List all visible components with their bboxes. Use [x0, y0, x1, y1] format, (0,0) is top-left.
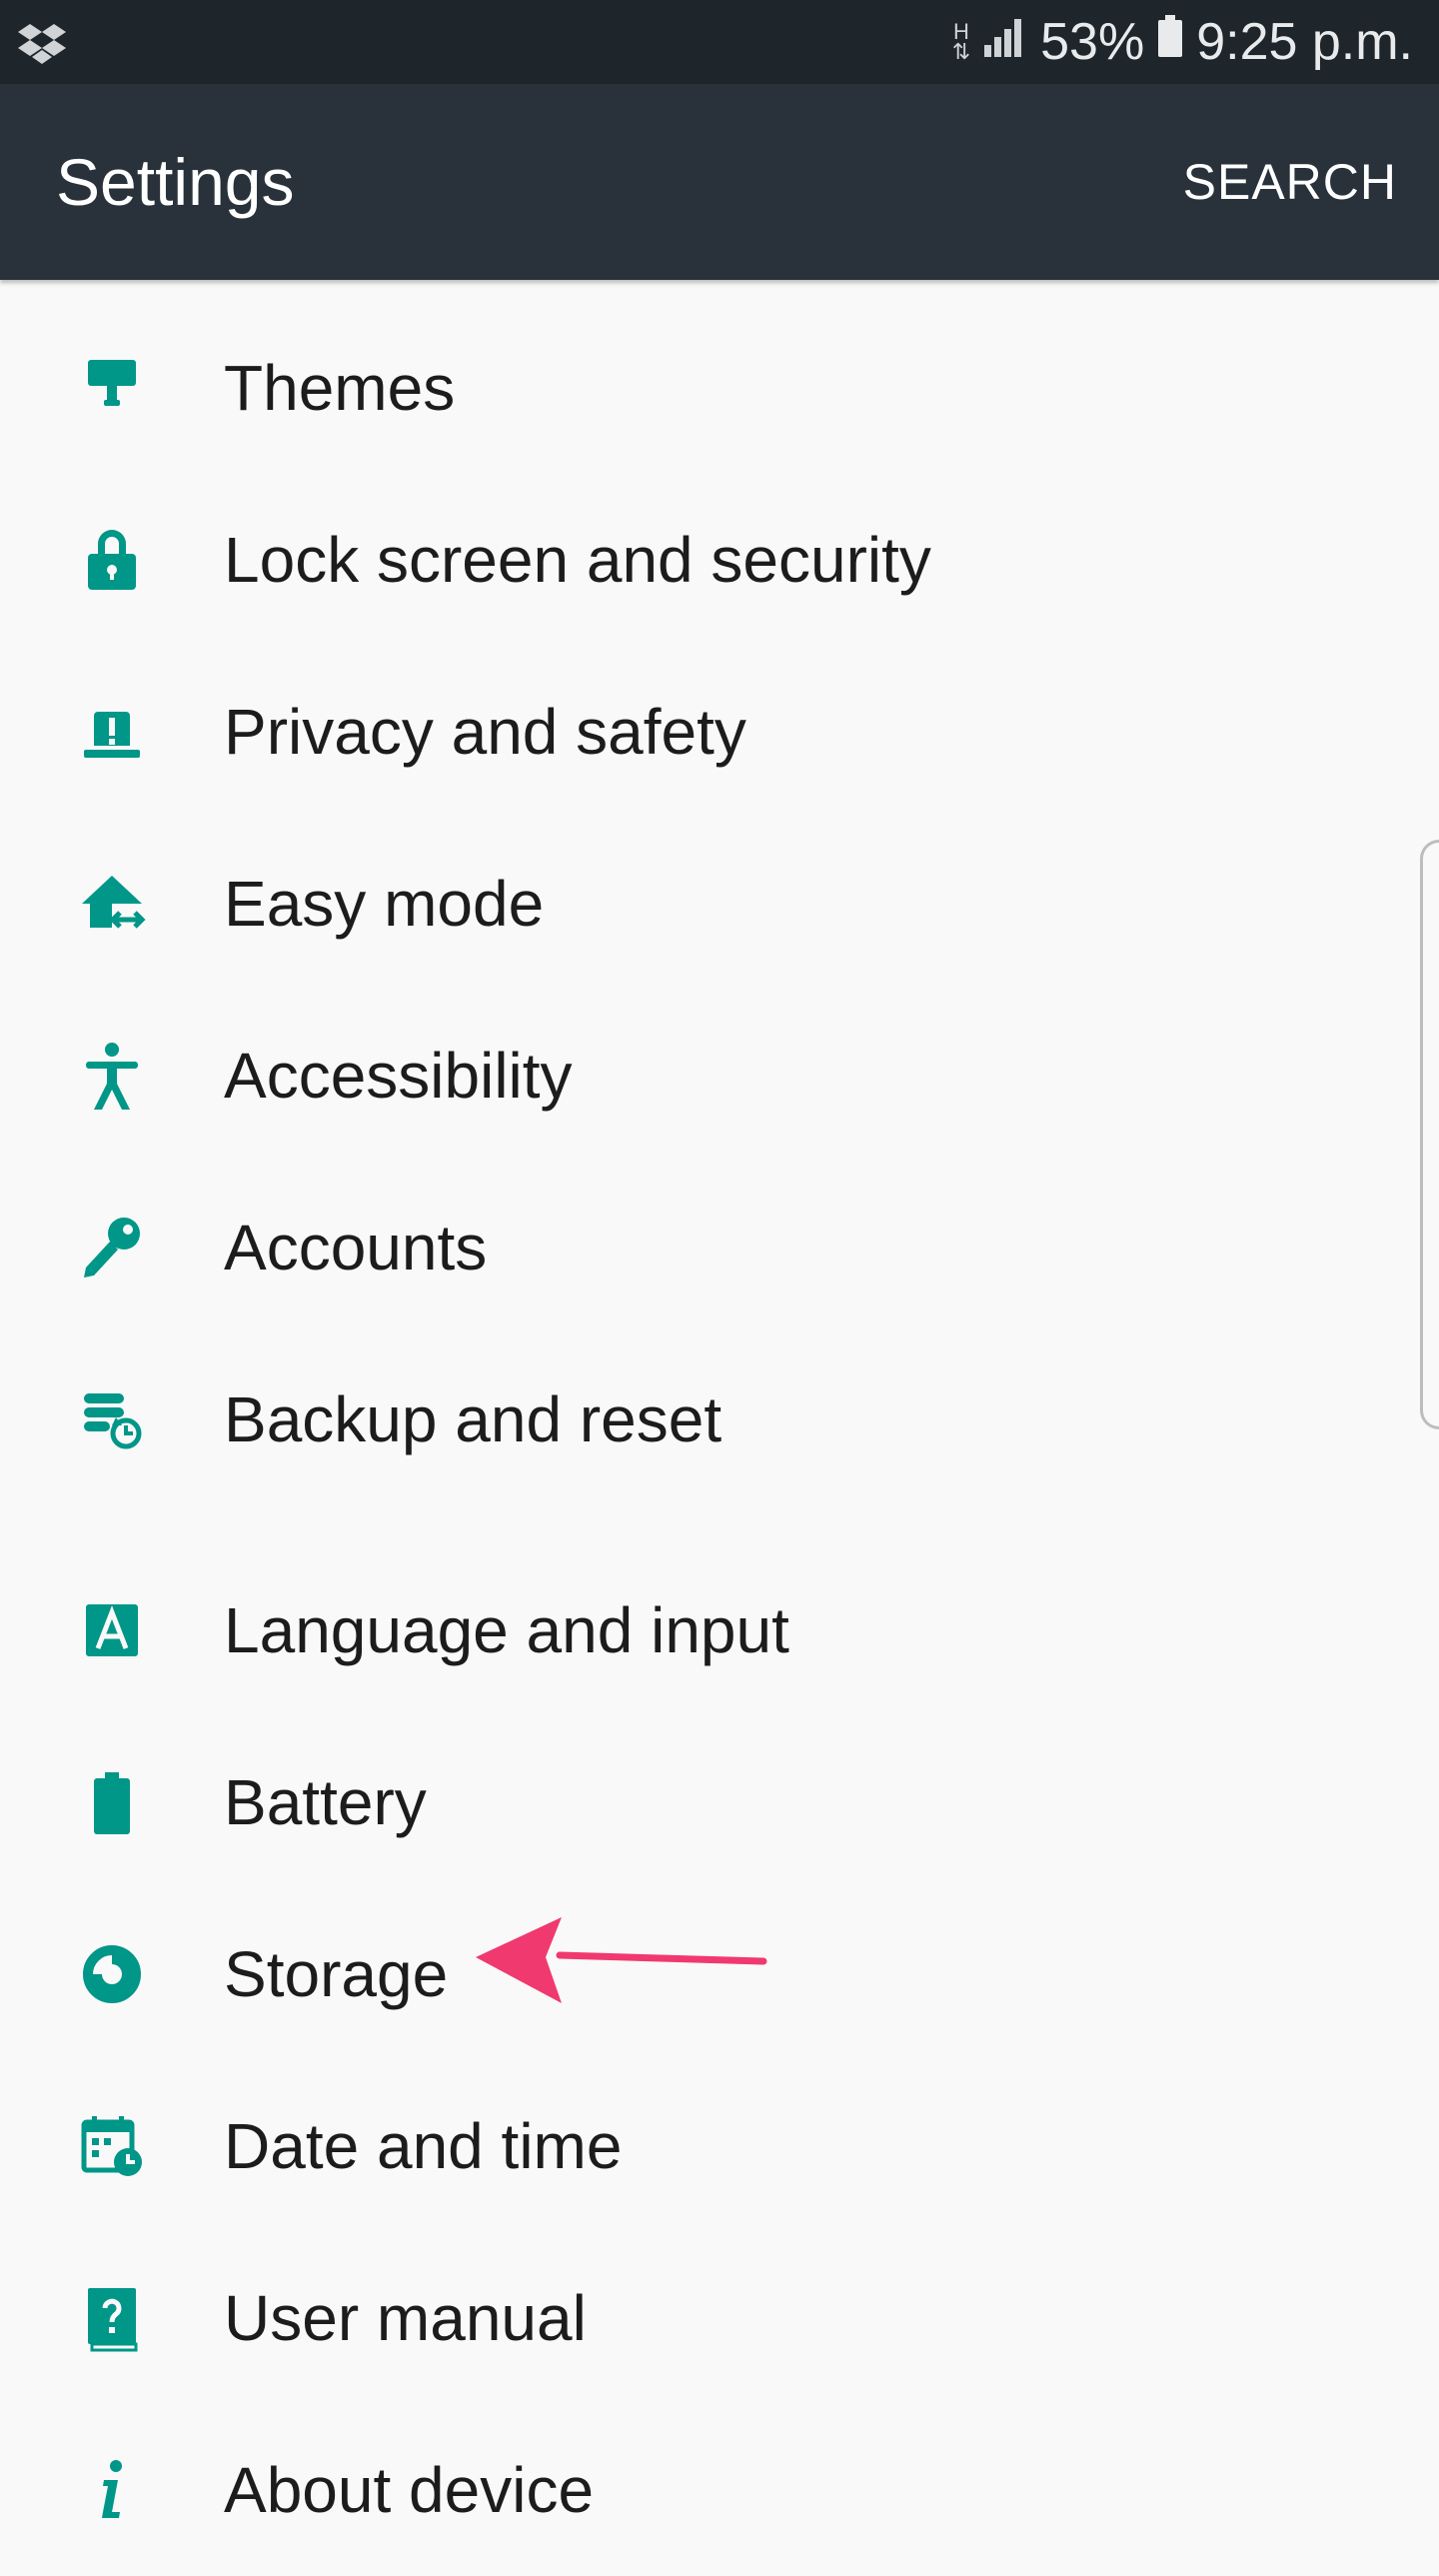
battery-icon	[1156, 12, 1184, 72]
settings-item-label: Language and input	[224, 1594, 789, 1666]
accessibility-person-icon	[72, 1036, 152, 1116]
key-icon	[72, 1208, 152, 1288]
paint-roller-icon	[72, 348, 152, 428]
battery-icon	[72, 1762, 152, 1842]
settings-item-label: Backup and reset	[224, 1383, 722, 1455]
settings-item-label: Accounts	[224, 1212, 488, 1284]
status-indicators: H ⇅ 53% 9:25 p.m.	[952, 0, 1413, 84]
annotation-arrow-icon	[476, 1917, 767, 2003]
lock-icon	[72, 520, 152, 600]
settings-item-label: Themes	[224, 352, 456, 424]
clock: 9:25 p.m.	[1196, 13, 1413, 71]
settings-item-label: Battery	[224, 1766, 427, 1838]
settings-item-privacy[interactable]: Privacy and safety	[0, 646, 1399, 818]
settings-item-date-time[interactable]: Date and time	[0, 2060, 1399, 2232]
storage-pie-icon	[72, 1934, 152, 2014]
data-arrows-icon: H ⇅	[951, 19, 971, 64]
settings-item-label: Privacy and safety	[224, 696, 746, 768]
settings-item-label: Lock screen and security	[224, 524, 931, 596]
battery-percent: 53%	[1040, 13, 1145, 71]
help-book-icon	[72, 2278, 152, 2358]
edge-panel-handle[interactable]	[1420, 840, 1439, 1429]
language-a-icon	[72, 1590, 152, 1670]
settings-item-user-manual[interactable]: User manual	[0, 2232, 1399, 2404]
settings-item-accounts[interactable]: Accounts	[0, 1162, 1399, 1333]
search-button[interactable]: SEARCH	[1183, 84, 1397, 280]
settings-item-language[interactable]: Language and input	[0, 1544, 1399, 1716]
settings-item-easy-mode[interactable]: Easy mode	[0, 818, 1399, 990]
settings-item-label: Date and time	[224, 2110, 623, 2182]
dropbox-icon	[18, 18, 66, 66]
settings-item-label: Easy mode	[224, 868, 545, 940]
settings-item-battery[interactable]: Battery	[0, 1716, 1399, 1888]
status-bar: H ⇅ 53% 9:25 p.m.	[0, 0, 1439, 84]
signal-icon	[982, 12, 1028, 72]
settings-item-label: Storage	[224, 1938, 449, 2010]
settings-item-backup[interactable]: Backup and reset	[0, 1333, 1399, 1505]
settings-item-about-device[interactable]: About device	[0, 2404, 1399, 2576]
page-title: Settings	[56, 145, 295, 219]
alert-siren-icon	[72, 692, 152, 772]
settings-item-themes[interactable]: Themes	[0, 302, 1399, 474]
easy-mode-house-icon	[72, 864, 152, 944]
backup-database-icon	[72, 1379, 152, 1459]
settings-item-label: About device	[224, 2454, 595, 2526]
settings-item-lock-screen[interactable]: Lock screen and security	[0, 474, 1399, 646]
settings-item-label: User manual	[224, 2282, 587, 2354]
settings-item-accessibility[interactable]: Accessibility	[0, 990, 1399, 1162]
info-icon	[72, 2450, 152, 2530]
settings-item-label: Accessibility	[224, 1040, 573, 1112]
app-bar: Settings SEARCH	[0, 84, 1439, 280]
calendar-clock-icon	[72, 2106, 152, 2186]
